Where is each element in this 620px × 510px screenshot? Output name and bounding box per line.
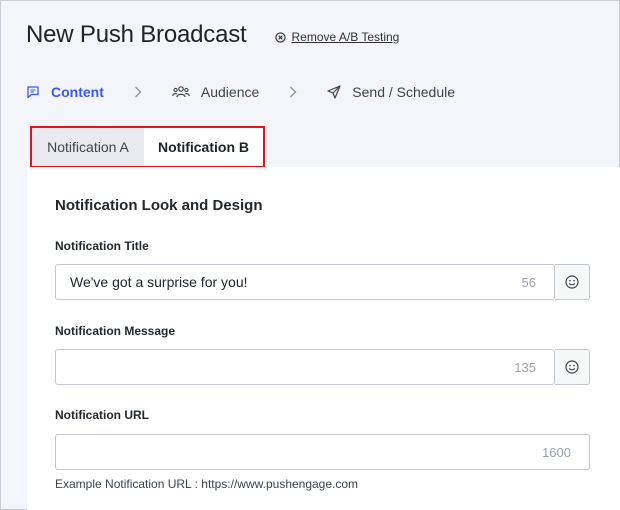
remove-ab-testing-link[interactable]: Remove A/B Testing: [274, 30, 400, 44]
page-header: New Push Broadcast Remove A/B Testing: [26, 20, 399, 50]
remove-ab-testing-label: Remove A/B Testing: [291, 30, 400, 44]
step-content-label: Content: [51, 84, 104, 100]
close-circle-icon: [274, 31, 286, 43]
message-square-icon: [27, 86, 39, 99]
tab-notification-a[interactable]: Notification A: [32, 128, 144, 166]
step-send-schedule[interactable]: Send / Schedule: [327, 84, 455, 100]
chevron-right-icon: [134, 86, 142, 98]
notification-url-label: Notification URL: [55, 408, 149, 422]
notification-url-input[interactable]: 1600: [55, 434, 590, 470]
users-icon: [172, 86, 190, 98]
notification-title-input[interactable]: We've got a surprise for you! 56: [55, 264, 555, 300]
page-title: New Push Broadcast: [26, 21, 247, 48]
wizard-steps: Content Audience Send / Schedule: [26, 82, 455, 102]
notification-title-label: Notification Title: [55, 239, 149, 253]
step-audience[interactable]: Audience: [172, 84, 259, 100]
notification-message-input[interactable]: 135: [55, 349, 555, 385]
notification-message-char-count: 135: [514, 359, 536, 375]
notification-form-card: Notification Look and Design Notificatio…: [27, 167, 620, 510]
message-emoji-button[interactable]: [555, 349, 590, 385]
notification-tabs: Notification A Notification B: [30, 126, 265, 168]
notification-message-label: Notification Message: [55, 324, 176, 338]
notification-title-value: We've got a surprise for you!: [70, 274, 248, 290]
chevron-right-icon: [289, 86, 297, 98]
notification-title-char-count: 56: [521, 274, 536, 290]
smiley-icon: [565, 360, 579, 374]
send-icon: [327, 85, 341, 99]
notification-url-help-text: Example Notification URL : https://www.p…: [55, 477, 359, 491]
notification-url-char-count: 1600: [542, 444, 571, 460]
tab-notification-b[interactable]: Notification B: [144, 128, 263, 166]
section-title: Notification Look and Design: [55, 197, 263, 214]
step-content[interactable]: Content: [26, 84, 104, 100]
step-audience-label: Audience: [200, 84, 260, 100]
title-emoji-button[interactable]: [555, 264, 590, 300]
step-send-schedule-label: Send / Schedule: [352, 84, 456, 100]
smiley-icon: [565, 275, 579, 289]
